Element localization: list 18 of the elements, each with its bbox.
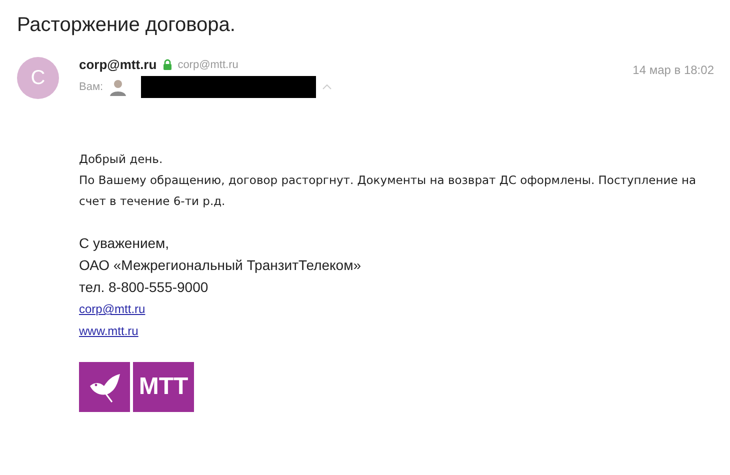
signature-link[interactable]: www.mtt.ru [79, 320, 138, 342]
sender-address: corp@mtt.ru [178, 58, 238, 70]
sender-name[interactable]: corp@mtt.ru [79, 57, 157, 72]
signature-line: тел. 8-800-555-9000 [79, 278, 210, 297]
collapse-icon[interactable] [322, 84, 332, 90]
recipient-label: Вам: [79, 81, 104, 93]
company-logo: МТТ [133, 362, 194, 412]
sender-avatar: C [17, 57, 59, 99]
signature-link[interactable]: corp@mtt.ru [79, 298, 146, 320]
email-subject: Расторжение договора. [17, 14, 236, 37]
lock-icon [162, 59, 172, 70]
signature-line: С уважением, [79, 234, 170, 253]
signature-line: ОАО «Межрегиональный ТранзитТелеком» [79, 256, 362, 275]
bird-logo [79, 362, 130, 412]
message-paragraph: По Вашему обращению, договор расторгнут. Документы на возврат ДС оформлены. Поступление на счет в течение 6-ти р.д. [79, 172, 698, 210]
user-avatar-icon [109, 78, 128, 96]
message-date: 14 мар в 18:02 [632, 63, 714, 77]
message-paragraph: Добрый день. [79, 151, 164, 168]
